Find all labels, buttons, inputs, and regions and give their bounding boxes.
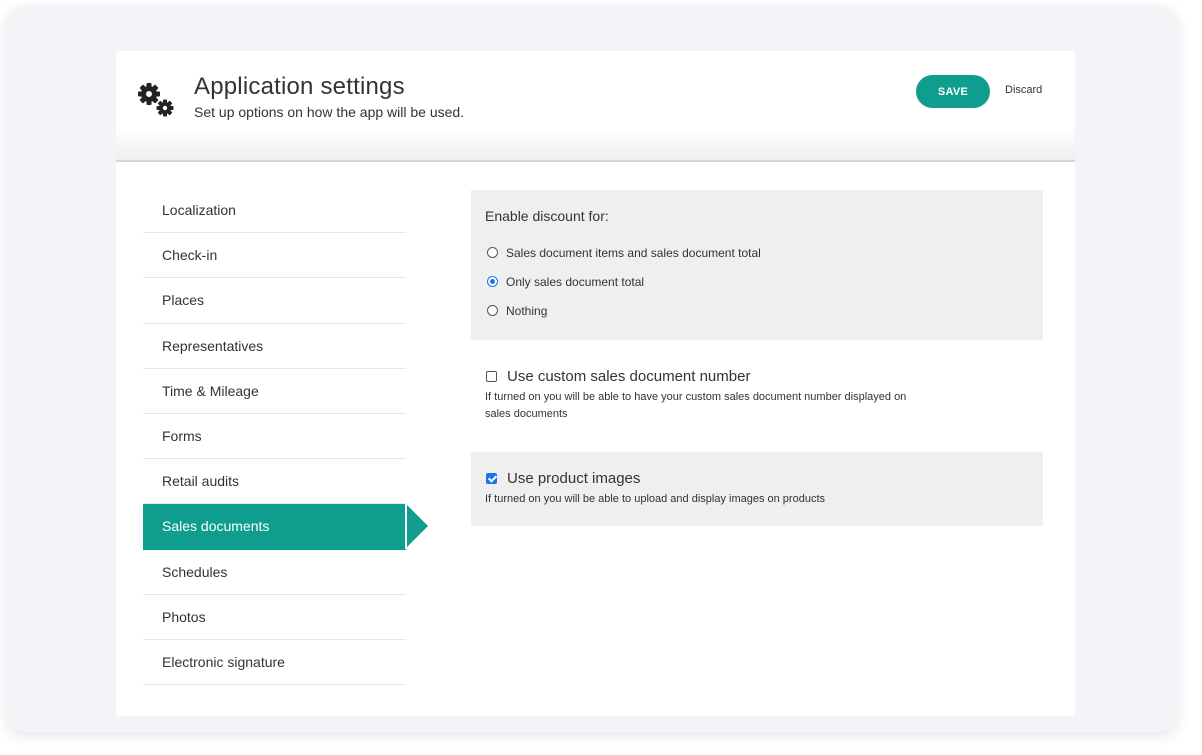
- product-images-toggle[interactable]: Use product images: [485, 470, 1029, 487]
- radio-button[interactable]: [487, 247, 498, 258]
- page-title: Application settings: [194, 73, 405, 100]
- settings-card: Application settings Set up options on h…: [116, 51, 1075, 716]
- discount-heading: Enable discount for:: [485, 208, 609, 224]
- discount-panel: Enable discount for: Sales document item…: [471, 190, 1043, 340]
- sidebar-item-schedules[interactable]: Schedules: [143, 550, 406, 595]
- custom-number-toggle[interactable]: Use custom sales document number: [485, 368, 1029, 385]
- product-images-help: If turned on you will be able to upload …: [485, 493, 825, 505]
- sidebar-item-forms[interactable]: Forms: [143, 414, 406, 460]
- gears-icon: [136, 79, 180, 123]
- app-frame: Application settings Set up options on h…: [6, 6, 1178, 732]
- sidebar-item-electronic-signature[interactable]: Electronic signature: [143, 640, 406, 686]
- radio-button[interactable]: [487, 305, 498, 316]
- discount-option-nothing[interactable]: Nothing: [485, 296, 1029, 325]
- radio-button[interactable]: [487, 276, 498, 287]
- settings-header: Application settings Set up options on h…: [116, 51, 1075, 162]
- product-images-checkbox[interactable]: [486, 473, 497, 484]
- settings-sidebar: Localization Check-in Places Representat…: [143, 188, 428, 686]
- sidebar-item-places[interactable]: Places: [143, 278, 406, 324]
- page-subtitle: Set up options on how the app will be us…: [194, 104, 465, 120]
- radio-label: Nothing: [506, 303, 548, 318]
- radio-label: Only sales document total: [506, 274, 645, 289]
- custom-number-label: Use custom sales document number: [507, 368, 751, 385]
- radio-label: Sales document items and sales document …: [506, 245, 761, 260]
- custom-number-option: Use custom sales document number If turn…: [471, 368, 1043, 434]
- sidebar-item-photos[interactable]: Photos: [143, 595, 406, 640]
- custom-number-help: If turned on you will be able to have yo…: [485, 391, 907, 420]
- sidebar-item-sales-documents[interactable]: Sales documents: [143, 504, 428, 550]
- save-button[interactable]: SAVE: [916, 75, 990, 108]
- sidebar-item-time-mileage[interactable]: Time & Mileage: [143, 369, 406, 414]
- custom-number-checkbox[interactable]: [486, 371, 497, 382]
- sidebar-item-representatives[interactable]: Representatives: [143, 324, 406, 369]
- sidebar-item-localization[interactable]: Localization: [143, 188, 406, 234]
- discard-link[interactable]: Discard: [1005, 84, 1042, 96]
- product-images-option: Use product images If turned on you will…: [471, 452, 1043, 526]
- sidebar-item-retail-audits[interactable]: Retail audits: [143, 459, 406, 505]
- discount-option-total-only[interactable]: Only sales document total: [485, 267, 1029, 296]
- sidebar-item-check-in[interactable]: Check-in: [143, 233, 406, 279]
- discount-option-items-and-total[interactable]: Sales document items and sales document …: [485, 238, 1029, 267]
- product-images-label: Use product images: [507, 470, 641, 487]
